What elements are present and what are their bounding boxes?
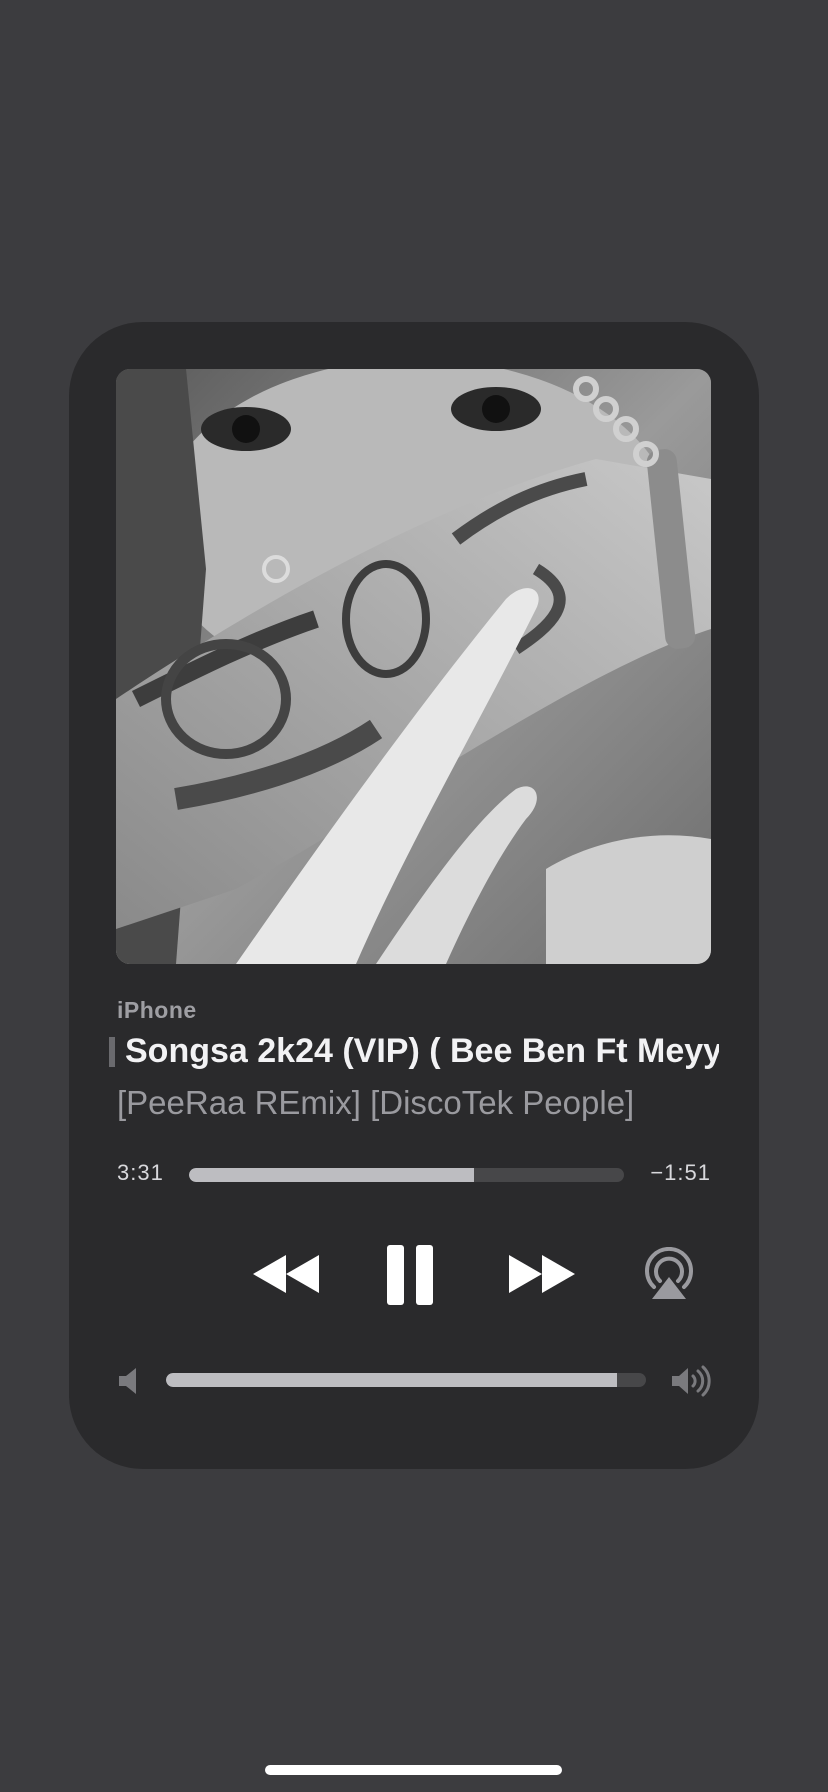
track-title-marquee: Songsa 2k24 (VIP) ( Bee Ben Ft Meyy xyxy=(109,1032,719,1080)
airplay-icon xyxy=(645,1247,693,1299)
output-device-label: iPhone xyxy=(117,997,197,1023)
forward-icon xyxy=(509,1255,575,1293)
volume-slider[interactable] xyxy=(166,1373,646,1387)
marquee-edge xyxy=(109,1036,115,1067)
album-artwork xyxy=(116,369,711,964)
pause-icon xyxy=(387,1245,433,1305)
playback-scrubber[interactable] xyxy=(189,1168,624,1182)
track-title: Songsa 2k24 (VIP) ( Bee Ben Ft Meyy xyxy=(125,1032,719,1070)
remaining-time: −1:51 xyxy=(650,1160,711,1185)
track-artist: [PeeRaa REmix] [DiscoTek People] xyxy=(117,1084,635,1121)
airplay-button[interactable] xyxy=(639,1242,699,1304)
backward-icon xyxy=(253,1255,319,1293)
forward-button[interactable] xyxy=(505,1246,579,1302)
elapsed-time: 3:31 xyxy=(117,1160,164,1185)
playback-progress-fill xyxy=(189,1168,474,1182)
home-indicator[interactable] xyxy=(265,1765,562,1775)
speaker-high-icon xyxy=(670,1365,712,1397)
now-playing-card: iPhone Songsa 2k24 (VIP) ( Bee Ben Ft Me… xyxy=(69,322,759,1469)
speaker-low-icon xyxy=(117,1367,143,1395)
rewind-button[interactable] xyxy=(249,1246,323,1302)
volume-level-fill xyxy=(166,1373,618,1387)
pause-button[interactable] xyxy=(377,1240,443,1310)
